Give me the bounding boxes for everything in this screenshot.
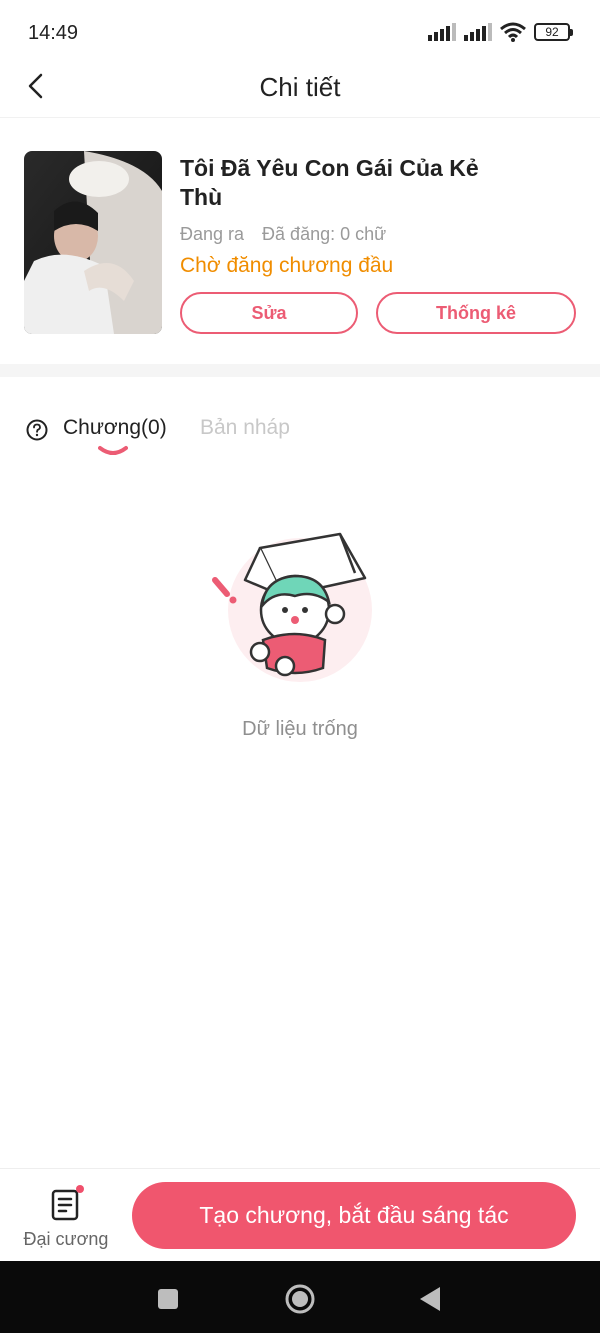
cover-image xyxy=(24,151,162,334)
nav-back-icon xyxy=(420,1287,440,1311)
tab-chapters[interactable]: Chương(0) xyxy=(63,416,167,440)
help-icon[interactable] xyxy=(26,419,48,441)
status-bar: 14:49 92 xyxy=(0,0,600,66)
notification-dot xyxy=(76,1185,84,1193)
book-title: Tôi Đã Yêu Con Gái Của Kẻ Thù xyxy=(180,155,479,210)
book-meta: Đang ra Đã đăng: 0 chữ xyxy=(180,224,386,245)
section-divider xyxy=(0,364,600,377)
nav-recent-button[interactable] xyxy=(150,1281,186,1317)
system-nav-bar xyxy=(0,1261,600,1333)
signal-icon xyxy=(464,23,492,41)
edit-button[interactable]: Sửa xyxy=(180,292,358,334)
battery-icon: 92 xyxy=(534,23,573,41)
nav-home-button[interactable] xyxy=(282,1281,318,1317)
bottom-action-bar: Đại cương Tạo chương, bắt đầu sáng tác xyxy=(0,1168,600,1261)
book-cover[interactable] xyxy=(24,151,162,334)
nav-recent-icon xyxy=(158,1289,178,1309)
tab-active-indicator xyxy=(98,446,128,455)
stats-button[interactable]: Thống kê xyxy=(376,292,576,334)
nav-home-icon xyxy=(285,1284,315,1314)
empty-state-message: Dữ liệu trống xyxy=(242,718,358,740)
outline-label: Đại cương xyxy=(23,1229,109,1249)
tab-bar: Chương(0) Bản nháp xyxy=(0,400,600,470)
book-status: Chờ đăng chương đầu xyxy=(180,254,394,277)
nav-back-button[interactable] xyxy=(412,1281,448,1317)
signal-icon xyxy=(428,23,456,41)
header: Chi tiết xyxy=(0,60,600,118)
book-state: Đang ra xyxy=(180,224,245,244)
wifi-icon xyxy=(500,22,526,42)
page-title: Chi tiết xyxy=(259,72,341,102)
create-chapter-button[interactable]: Tạo chương, bắt đầu sáng tác xyxy=(132,1182,576,1249)
outline-button[interactable]: Đại cương xyxy=(20,1183,112,1253)
status-time: 14:49 xyxy=(28,22,79,44)
empty-state-illustration xyxy=(212,532,372,682)
tab-drafts[interactable]: Bản nháp xyxy=(200,416,290,440)
status-icons: 92 xyxy=(428,22,573,42)
book-word-count: Đã đăng: 0 chữ xyxy=(262,224,387,244)
